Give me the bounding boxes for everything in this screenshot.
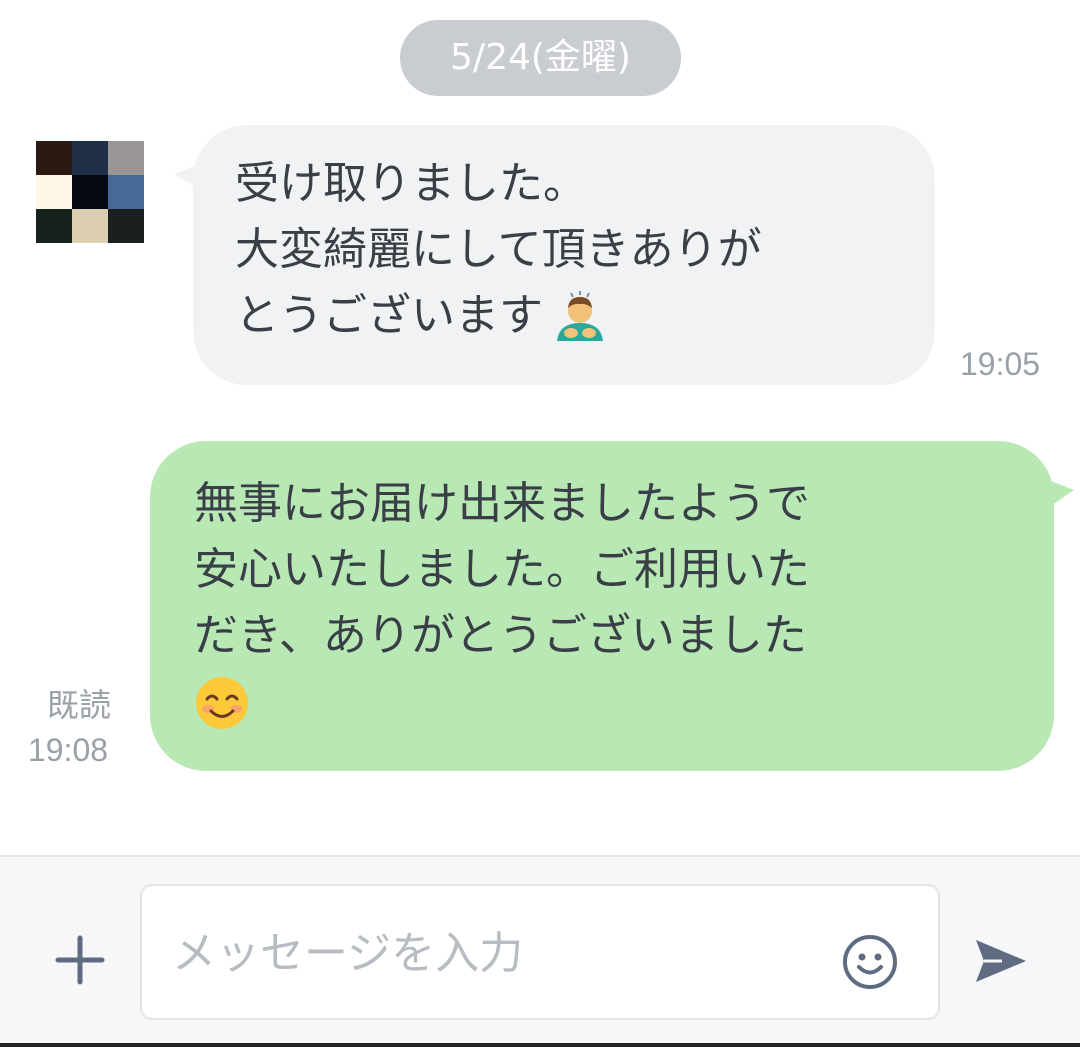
avatar-pixel (108, 209, 144, 243)
incoming-timestamp: 19:05 (960, 346, 1041, 382)
bottom-divider (0, 1043, 1080, 1047)
plus-icon[interactable] (52, 932, 108, 988)
message-input[interactable]: メッセージを入力 (140, 884, 940, 1020)
smiley-icon[interactable] (842, 934, 898, 990)
avatar-pixel (72, 209, 108, 243)
outgoing-message-bubble[interactable]: 無事にお届け出来ましたようで 安心いたしました。ご利用いた だき、ありがとうござ… (150, 441, 1054, 771)
chat-screen: 5/24(金曜) 受け取りました。 大変綺麗にして頂きありが とうございます 1… (0, 0, 1080, 1047)
man-bowing-icon (557, 291, 603, 341)
send-icon[interactable] (972, 932, 1030, 990)
incoming-message-bubble[interactable]: 受け取りました。 大変綺麗にして頂きありが とうございます (193, 125, 935, 385)
avatar-pixel (72, 175, 108, 209)
message-line: 無事にお届け出来ましたようで (194, 478, 810, 529)
avatar[interactable] (36, 141, 144, 243)
message-line: 大変綺麗にして頂きありが (235, 224, 762, 275)
read-receipt: 既読 (47, 686, 112, 724)
avatar-pixel (108, 141, 144, 175)
avatar-pixel (36, 141, 72, 175)
avatar-pixel (36, 209, 72, 243)
message-line: 安心いたしました。ご利用いた (194, 544, 810, 595)
message-line-last: とうございます (235, 283, 935, 349)
date-separator: 5/24(金曜) (400, 20, 681, 96)
message-line: 受け取りました。 (235, 158, 587, 209)
avatar-pixel (72, 141, 108, 175)
message-input-placeholder: メッセージを入力 (172, 928, 524, 979)
message-line: だき、ありがとうございました (194, 610, 807, 661)
message-line-text: とうございます (235, 290, 543, 341)
avatar-pixel (108, 175, 144, 209)
avatar-pixel (36, 175, 72, 209)
smiling-face-icon (196, 677, 248, 729)
outgoing-timestamp: 19:08 (28, 732, 109, 768)
